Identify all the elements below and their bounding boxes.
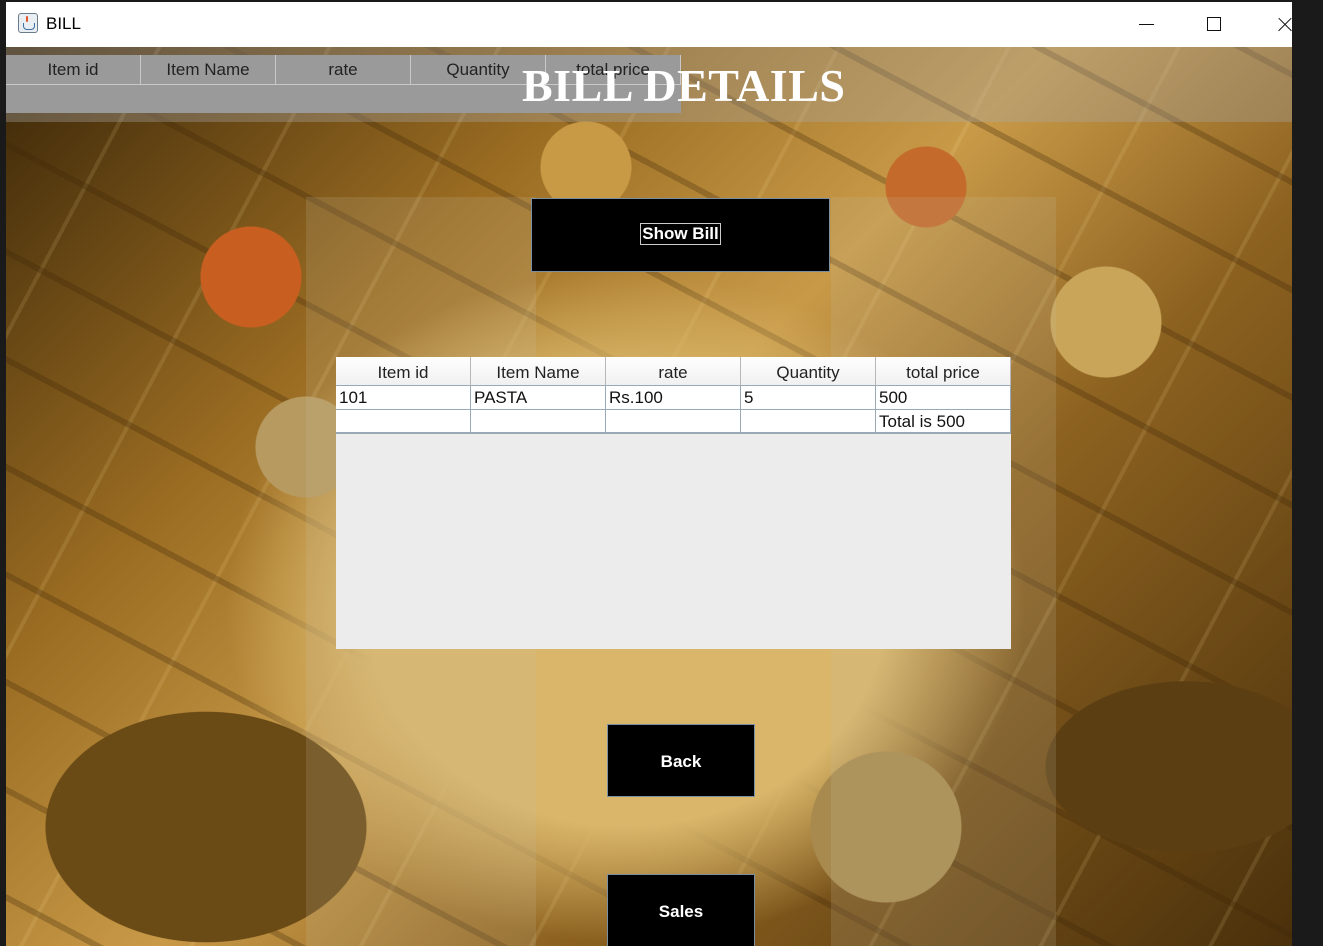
maximize-icon[interactable] (1191, 2, 1237, 47)
cell-quantity[interactable] (741, 410, 876, 434)
title-bar[interactable]: BILL (6, 2, 1292, 47)
java-cup-icon (18, 13, 38, 33)
minimize-icon[interactable] (1123, 2, 1169, 47)
cell-item-name[interactable] (471, 410, 606, 434)
column-header-quantity[interactable]: Quantity (741, 357, 876, 386)
header-col-item-id[interactable]: Item id (6, 55, 141, 85)
close-icon[interactable] (1261, 2, 1292, 47)
column-header-total-price[interactable]: total price (876, 357, 1011, 386)
cell-rate[interactable] (606, 410, 741, 434)
cell-item-id[interactable] (336, 410, 471, 434)
cell-quantity[interactable]: 5 (741, 386, 876, 410)
back-button[interactable]: Back (607, 724, 755, 797)
cell-rate[interactable]: Rs.100 (606, 386, 741, 410)
table-header: Item id Item Name rate Quantity total pr… (336, 357, 1011, 386)
page-title: BILL DETAILS (522, 60, 846, 111)
cell-grand-total[interactable]: Total is 500 (876, 410, 1011, 434)
column-header-item-id[interactable]: Item id (336, 357, 471, 386)
sales-button[interactable]: Sales (607, 874, 755, 946)
window-title: BILL (46, 14, 81, 33)
column-header-item-name[interactable]: Item Name (471, 357, 606, 386)
cell-total-price[interactable]: 500 (876, 386, 1011, 410)
column-header-rate[interactable]: rate (606, 357, 741, 386)
header-col-rate[interactable]: rate (276, 55, 411, 85)
table-row-total[interactable]: Total is 500 (336, 410, 1011, 434)
show-bill-button[interactable]: Show Bill (531, 198, 830, 272)
cell-item-name[interactable]: PASTA (471, 386, 606, 410)
bill-window: BILL Item id Item Name rate Quantity tot… (6, 2, 1292, 946)
bill-table[interactable]: Item id Item Name rate Quantity total pr… (336, 357, 1011, 649)
cell-item-id[interactable]: 101 (336, 386, 471, 410)
money-background: Item id Item Name rate Quantity total pr… (6, 47, 1292, 946)
header-col-item-name[interactable]: Item Name (141, 55, 276, 85)
table-row[interactable]: 101 PASTA Rs.100 5 500 (336, 386, 1011, 410)
show-bill-label: Show Bill (640, 223, 721, 245)
